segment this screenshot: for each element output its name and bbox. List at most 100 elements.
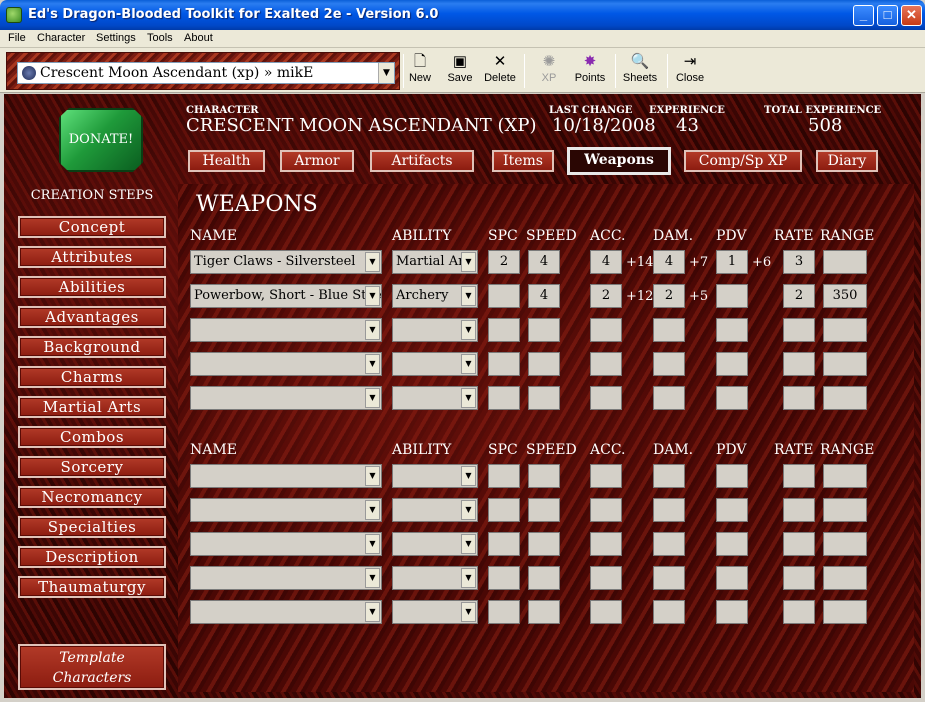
weapon-pdv-field[interactable] <box>716 464 748 488</box>
weapon-dam-field[interactable] <box>653 600 685 624</box>
chevron-down-icon[interactable]: ▼ <box>365 568 380 588</box>
weapon-pdv-field[interactable] <box>716 600 748 624</box>
weapon-ability-combo[interactable]: ▼ <box>392 600 478 624</box>
weapon-ability-combo[interactable]: ▼ <box>392 532 478 556</box>
weapon-dam-field[interactable]: 2 <box>653 284 685 308</box>
weapon-range-field[interactable]: 350 <box>823 284 867 308</box>
tab-weapons[interactable]: Weapons <box>567 147 671 175</box>
weapon-spc-field[interactable] <box>488 386 520 410</box>
weapon-range-field[interactable] <box>823 498 867 522</box>
title-bar[interactable]: Ed's Dragon-Blooded Toolkit for Exalted … <box>0 0 925 30</box>
step-abilities[interactable]: Abilities <box>18 276 166 298</box>
weapon-speed-field[interactable] <box>528 532 560 556</box>
chevron-down-icon[interactable]: ▼ <box>365 602 380 622</box>
weapon-ability-combo[interactable]: ▼ <box>392 464 478 488</box>
weapon-speed-field[interactable]: 4 <box>528 284 560 308</box>
points-button[interactable]: ✸ Points <box>573 52 607 90</box>
step-attributes[interactable]: Attributes <box>18 246 166 268</box>
save-button[interactable]: ▣ Save <box>445 52 475 90</box>
menu-character[interactable]: Character <box>37 32 85 44</box>
weapon-spc-field[interactable] <box>488 318 520 342</box>
weapon-dam-field[interactable] <box>653 352 685 376</box>
weapon-acc-field[interactable] <box>590 532 622 556</box>
weapon-ability-combo[interactable]: ▼ <box>392 386 478 410</box>
delete-button[interactable]: ✕ Delete <box>482 52 518 90</box>
menu-file[interactable]: File <box>8 32 26 44</box>
weapon-range-field[interactable] <box>823 386 867 410</box>
weapon-dam-field[interactable] <box>653 386 685 410</box>
step-concept[interactable]: Concept <box>18 216 166 238</box>
weapon-name-combo[interactable]: ▼ <box>190 352 382 376</box>
weapon-spc-field[interactable] <box>488 284 520 308</box>
weapon-name-combo[interactable]: ▼ <box>190 566 382 590</box>
weapon-range-field[interactable] <box>823 352 867 376</box>
character-selector[interactable]: Crescent Moon Ascendant (xp) » mikE ▼ <box>17 62 395 84</box>
step-charms[interactable]: Charms <box>18 366 166 388</box>
chevron-down-icon[interactable]: ▼ <box>461 320 476 340</box>
xp-button[interactable]: ✺ XP <box>536 52 562 90</box>
weapon-range-field[interactable] <box>823 532 867 556</box>
weapon-spc-field[interactable] <box>488 352 520 376</box>
step-combos[interactable]: Combos <box>18 426 166 448</box>
step-sorcery[interactable]: Sorcery <box>18 456 166 478</box>
step-advantages[interactable]: Advantages <box>18 306 166 328</box>
weapon-spc-field[interactable] <box>488 566 520 590</box>
chevron-down-icon[interactable]: ▼ <box>365 286 380 306</box>
weapon-dam-field[interactable] <box>653 318 685 342</box>
weapon-rate-field[interactable] <box>783 498 815 522</box>
weapon-acc-field[interactable]: 2 <box>590 284 622 308</box>
weapon-acc-field[interactable]: 4 <box>590 250 622 274</box>
weapon-ability-combo[interactable]: ▼ <box>392 566 478 590</box>
weapon-pdv-field[interactable] <box>716 284 748 308</box>
new-button[interactable]: 🗋 New <box>406 52 434 90</box>
weapon-pdv-field[interactable] <box>716 318 748 342</box>
weapon-pdv-field[interactable] <box>716 498 748 522</box>
tab-armor[interactable]: Armor <box>280 150 354 172</box>
weapon-acc-field[interactable] <box>590 464 622 488</box>
step-martial-arts[interactable]: Martial Arts <box>18 396 166 418</box>
menu-about[interactable]: About <box>184 32 213 44</box>
weapon-name-combo[interactable]: Tiger Claws - Silversteel ▼ <box>190 250 382 274</box>
weapon-speed-field[interactable] <box>528 386 560 410</box>
step-specialties[interactable]: Specialties <box>18 516 166 538</box>
chevron-down-icon[interactable]: ▼ <box>461 466 476 486</box>
weapon-spc-field[interactable] <box>488 532 520 556</box>
weapon-dam-field[interactable]: 4 <box>653 250 685 274</box>
weapon-rate-field[interactable] <box>783 386 815 410</box>
weapon-spc-field[interactable] <box>488 498 520 522</box>
weapon-name-combo[interactable]: ▼ <box>190 318 382 342</box>
weapon-range-field[interactable] <box>823 566 867 590</box>
app-dragon-icon[interactable] <box>6 7 22 23</box>
chevron-down-icon[interactable]: ▼ <box>378 63 394 83</box>
weapon-ability-combo[interactable]: ▼ <box>392 318 478 342</box>
weapon-speed-field[interactable] <box>528 464 560 488</box>
weapon-rate-field[interactable] <box>783 532 815 556</box>
close-window-button[interactable]: ✕ <box>901 5 922 26</box>
chevron-down-icon[interactable]: ▼ <box>365 466 380 486</box>
chevron-down-icon[interactable]: ▼ <box>461 354 476 374</box>
weapon-pdv-field[interactable]: 1 <box>716 250 748 274</box>
weapon-name-combo[interactable]: ▼ <box>190 464 382 488</box>
weapon-acc-field[interactable] <box>590 352 622 376</box>
weapon-rate-field[interactable]: 3 <box>783 250 815 274</box>
weapon-spc-field[interactable]: 2 <box>488 250 520 274</box>
weapon-range-field[interactable] <box>823 464 867 488</box>
weapon-pdv-field[interactable] <box>716 532 748 556</box>
weapon-name-combo[interactable]: Powerbow, Short - Blue Steel ▼ <box>190 284 382 308</box>
weapon-name-combo[interactable]: ▼ <box>190 386 382 410</box>
weapon-pdv-field[interactable] <box>716 566 748 590</box>
weapon-rate-field[interactable] <box>783 318 815 342</box>
step-background[interactable]: Background <box>18 336 166 358</box>
weapon-pdv-field[interactable] <box>716 386 748 410</box>
step-description[interactable]: Description <box>18 546 166 568</box>
chevron-down-icon[interactable]: ▼ <box>461 602 476 622</box>
template-characters-button[interactable]: Template Characters <box>18 644 166 690</box>
maximize-button[interactable]: □ <box>877 5 898 26</box>
weapon-dam-field[interactable] <box>653 464 685 488</box>
donate-button[interactable]: DONATE! <box>59 108 143 172</box>
chevron-down-icon[interactable]: ▼ <box>365 500 380 520</box>
chevron-down-icon[interactable]: ▼ <box>365 320 380 340</box>
weapon-rate-field[interactable] <box>783 352 815 376</box>
chevron-down-icon[interactable]: ▼ <box>461 534 476 554</box>
weapon-acc-field[interactable] <box>590 566 622 590</box>
